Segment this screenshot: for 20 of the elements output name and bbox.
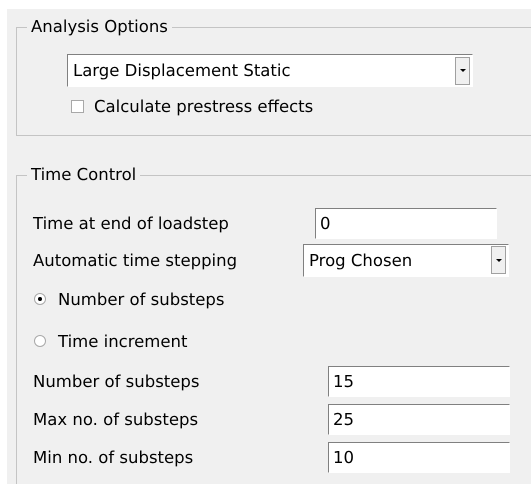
radio-label: Time increment: [58, 332, 188, 350]
input-field[interactable]: 0: [315, 208, 497, 238]
checkbox-label: Calculate prestress effects: [94, 97, 314, 116]
dropdown[interactable]: Large Displacement Static: [67, 54, 473, 87]
field-label: Time at end of loadstep: [33, 214, 230, 232]
input-field[interactable]: 10: [328, 442, 510, 472]
field-label: Automatic time stepping: [33, 250, 238, 270]
field-label: Min no. of substeps: [33, 448, 194, 466]
input-field[interactable]: 15: [328, 366, 510, 396]
field-label: Number of substeps: [33, 372, 200, 390]
group-title: Analysis Options: [27, 17, 172, 37]
radio-button[interactable]: [34, 293, 46, 305]
radio-button[interactable]: [34, 335, 46, 347]
dropdown[interactable]: Prog Chosen: [303, 244, 509, 276]
caret-icon: [460, 69, 466, 72]
input-field[interactable]: 25: [328, 404, 510, 434]
radio-label: Number of substeps: [58, 290, 224, 308]
checkbox[interactable]: [71, 100, 84, 113]
caret-icon: [496, 258, 502, 262]
field-label: Max no. of substeps: [33, 410, 200, 428]
